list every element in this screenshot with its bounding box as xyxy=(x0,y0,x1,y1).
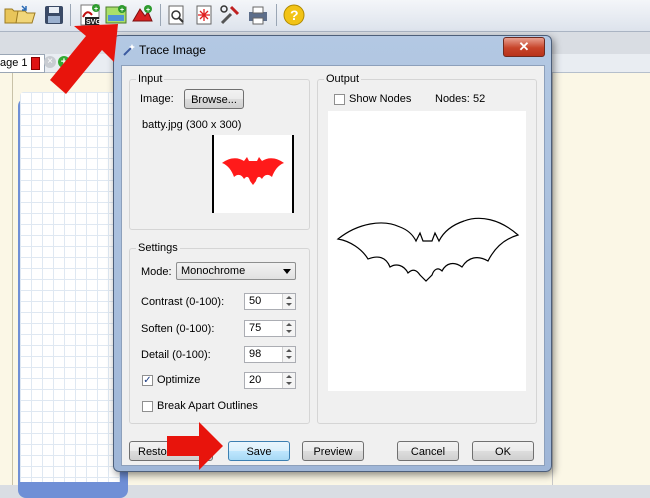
soften-value: 75 xyxy=(249,322,262,334)
detail-stepper[interactable]: 98 xyxy=(244,346,296,363)
preview-button[interactable]: Preview xyxy=(302,441,364,461)
detail-value: 98 xyxy=(249,348,262,360)
spinner-arrows-icon[interactable] xyxy=(282,294,295,309)
chevron-down-icon xyxy=(283,269,291,274)
output-trace-preview xyxy=(328,111,526,391)
nodes-label: Nodes: xyxy=(435,93,470,105)
trace-wand-icon xyxy=(123,44,135,56)
image-label: Image: xyxy=(140,93,174,105)
save-button[interactable]: Save xyxy=(228,441,290,461)
mode-label: Mode: xyxy=(141,266,172,278)
vertical-ruler xyxy=(0,73,13,485)
output-group: Output Show Nodes Nodes: 52 xyxy=(317,73,537,424)
bat-image-thumbnail xyxy=(212,135,294,213)
laser-icon[interactable] xyxy=(192,3,216,27)
break-apart-label: Break Apart Outlines xyxy=(157,400,258,412)
trace-image-dialog: Trace Image ✕ Input Image: Browse... bat… xyxy=(113,35,552,472)
traced-bat-outline xyxy=(336,217,520,282)
page-tab-label: age 1 xyxy=(0,57,28,69)
soften-stepper[interactable]: 75 xyxy=(244,320,296,337)
optimize-label: Optimize xyxy=(157,374,201,386)
input-group-label: Input xyxy=(136,73,165,85)
warp-shape-icon[interactable]: + xyxy=(130,3,154,27)
optimize-value: 20 xyxy=(249,374,262,386)
output-group-label: Output xyxy=(324,73,362,85)
browse-button[interactable]: Browse... xyxy=(184,89,244,109)
red-arrow-annotation xyxy=(167,422,223,470)
mode-select-value: Monochrome xyxy=(181,265,246,277)
nodes-count: 52 xyxy=(473,93,486,105)
show-nodes-label: Show Nodes xyxy=(349,93,412,105)
red-arrow-annotation xyxy=(50,24,118,94)
optimize-stepper[interactable]: 20 xyxy=(244,372,296,389)
contrast-stepper[interactable]: 50 xyxy=(244,293,296,310)
svg-text:?: ? xyxy=(290,7,299,23)
input-group: Input Image: Browse... batty.jpg (300 x … xyxy=(129,73,310,230)
dialog-titlebar[interactable]: Trace Image ✕ xyxy=(114,36,551,64)
soften-label: Soften (0-100): xyxy=(141,323,215,335)
canvas-divider xyxy=(552,73,553,485)
detail-label: Detail (0-100): xyxy=(141,349,211,361)
cutting-mat-grid xyxy=(20,92,120,482)
optimize-checkbox[interactable]: ✓ xyxy=(142,375,153,386)
svg-text:+: + xyxy=(120,7,124,14)
spinner-arrows-icon[interactable] xyxy=(282,373,295,388)
settings-group-label: Settings xyxy=(136,242,180,254)
spinner-arrows-icon[interactable] xyxy=(282,347,295,362)
close-button[interactable]: ✕ xyxy=(503,37,545,57)
contrast-value: 50 xyxy=(249,295,262,307)
mode-select[interactable]: Monochrome xyxy=(176,262,296,280)
input-image-preview xyxy=(212,135,294,213)
help-icon[interactable]: ? xyxy=(282,3,306,27)
contrast-label: Contrast (0-100): xyxy=(141,296,225,308)
ok-button[interactable]: OK xyxy=(472,441,534,461)
dialog-client-area: Input Image: Browse... batty.jpg (300 x … xyxy=(121,65,545,466)
break-apart-checkbox[interactable] xyxy=(142,401,153,412)
file-info-label: batty.jpg (300 x 300) xyxy=(142,119,242,131)
dialog-title: Trace Image xyxy=(139,43,206,57)
spinner-arrows-icon[interactable] xyxy=(282,321,295,336)
show-nodes-checkbox[interactable] xyxy=(334,94,345,105)
page-tab[interactable]: age 1 xyxy=(0,54,45,73)
svg-text:+: + xyxy=(94,6,98,13)
page-color-swatch xyxy=(30,56,40,70)
cancel-button[interactable]: Cancel xyxy=(397,441,459,461)
open-folder-icon[interactable] xyxy=(14,3,38,27)
page-preview-icon[interactable] xyxy=(164,3,188,27)
svg-text:+: + xyxy=(146,7,150,14)
tools-icon[interactable] xyxy=(218,3,242,27)
print-icon[interactable] xyxy=(246,3,270,27)
settings-group: Settings Mode: Monochrome Contrast (0-10… xyxy=(129,242,310,424)
